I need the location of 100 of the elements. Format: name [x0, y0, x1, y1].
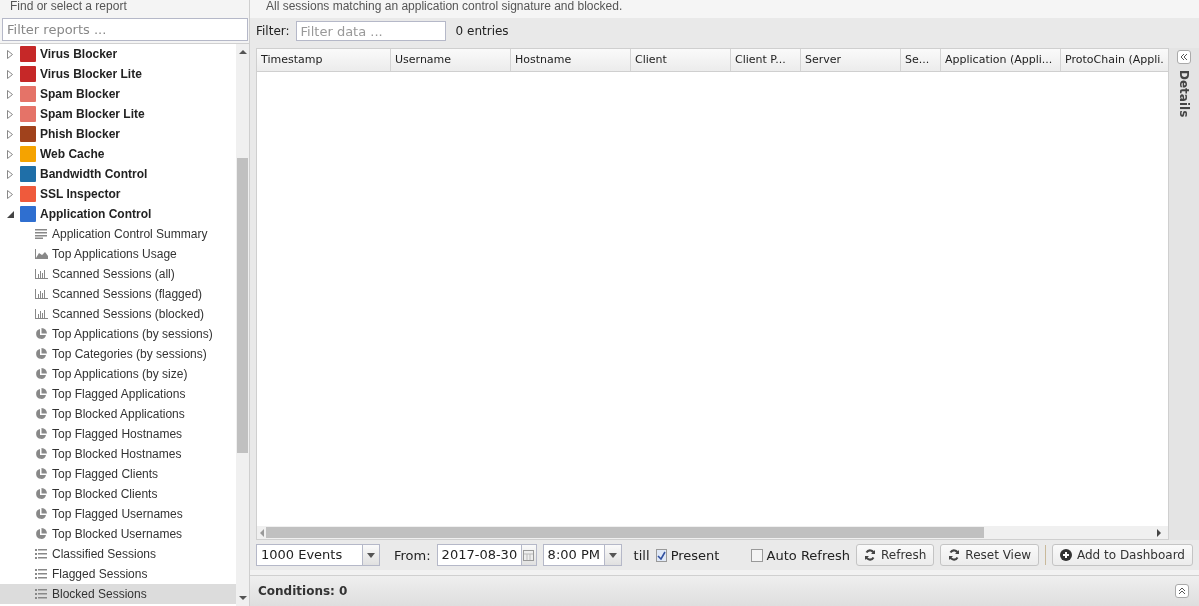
report-item[interactable]: Top Flagged Clients	[0, 464, 236, 484]
report-item[interactable]: Scanned Sessions (all)	[0, 264, 236, 284]
filter-reports-field[interactable]: Filter reports ...	[2, 18, 248, 41]
pie-chart-icon	[35, 448, 47, 460]
details-label[interactable]: Details	[1177, 70, 1191, 118]
collapse-icon[interactable]	[6, 210, 14, 218]
bar-chart-icon	[34, 309, 48, 319]
tree-item-label: Bandwidth Control	[40, 167, 148, 181]
double-chevron-up-icon	[1178, 587, 1186, 595]
tree-item[interactable]: Phish Blocker	[0, 124, 236, 144]
tree-item-label: Virus Blocker	[40, 47, 118, 61]
report-item[interactable]: Top Flagged Usernames	[0, 504, 236, 524]
tree-item-label: Web Cache	[40, 147, 105, 161]
column-header[interactable]: Server	[801, 49, 901, 71]
refresh-button[interactable]: Reset View	[940, 544, 1040, 566]
auto-refresh-label: Auto Refresh	[766, 547, 850, 563]
tree-item[interactable]: SSL Inspector	[0, 184, 236, 204]
pie-chart-icon	[35, 528, 47, 540]
expand-icon[interactable]	[7, 49, 13, 59]
bar-chart-icon	[34, 289, 48, 299]
list-icon	[35, 549, 47, 559]
report-item[interactable]: Top Blocked Clients	[0, 484, 236, 504]
tree-item[interactable]: Application Control	[0, 204, 236, 224]
area-chart-icon	[34, 249, 48, 259]
pie-chart-icon	[35, 368, 47, 380]
expand-icon[interactable]	[7, 69, 13, 79]
scroll-down-icon[interactable]	[238, 596, 247, 600]
present-label: Present	[670, 547, 720, 563]
column-header[interactable]: Client P...	[731, 49, 801, 71]
report-item[interactable]: Top Applications (by size)	[0, 364, 236, 384]
double-chevron-left-icon	[1180, 53, 1188, 61]
column-header[interactable]: Username	[391, 49, 511, 71]
conditions-label: Conditions: 0	[258, 584, 348, 598]
tree-item[interactable]: Virus Blocker	[0, 44, 236, 64]
report-item[interactable]: Top Applications Usage	[0, 244, 236, 264]
report-item[interactable]: Scanned Sessions (blocked)	[0, 304, 236, 324]
date-field[interactable]: 2017-08-30	[436, 544, 537, 566]
pie-chart-icon	[35, 328, 47, 340]
till-label: till	[633, 547, 650, 563]
expand-icon[interactable]	[7, 129, 13, 139]
column-header[interactable]: Application (Appli...	[941, 49, 1061, 71]
pie-chart-icon	[35, 508, 47, 520]
scrollbar[interactable]	[236, 44, 249, 606]
events-dropdown[interactable]: 1000 Events	[256, 544, 380, 566]
bar-chart-icon	[34, 269, 48, 279]
list-icon	[35, 569, 47, 579]
add-icon	[1059, 549, 1072, 561]
refresh-button[interactable]: Refresh	[856, 544, 935, 566]
tree-item-label: SSL Inspector	[40, 187, 121, 201]
scroll-up-icon[interactable]	[238, 50, 247, 54]
expand-icon[interactable]	[7, 149, 13, 159]
tree-item[interactable]: Bandwidth Control	[0, 164, 236, 184]
tree-item-label: Spam Blocker Lite	[40, 107, 145, 121]
report-item[interactable]: Flagged Sessions	[0, 564, 236, 584]
report-item[interactable]: Scanned Sessions (flagged)	[0, 284, 236, 304]
column-header[interactable]: Se...	[901, 49, 941, 71]
tree-item[interactable]: Virus Blocker Lite	[0, 64, 236, 84]
report-item[interactable]: Top Blocked Applications	[0, 404, 236, 424]
calendar-icon[interactable]	[523, 549, 535, 561]
caret-icon	[367, 552, 375, 558]
entries-count: 0 entries	[455, 24, 509, 38]
scroll-right-icon[interactable]	[1157, 528, 1161, 537]
report-item[interactable]: Top Applications (by sessions)	[0, 324, 236, 344]
report-item[interactable]: Application Control Summary	[0, 224, 236, 244]
expand-conditions-button[interactable]	[1175, 584, 1189, 598]
expand-icon[interactable]	[7, 169, 13, 179]
report-item[interactable]: Top Categories (by sessions)	[0, 344, 236, 364]
tree-item-label: Virus Blocker Lite	[40, 67, 142, 81]
pie-chart-icon	[35, 468, 47, 480]
pie-chart-icon	[35, 488, 47, 500]
expand-details-button[interactable]	[1177, 50, 1191, 64]
expand-icon[interactable]	[7, 89, 13, 99]
report-item[interactable]: Top Blocked Hostnames	[0, 444, 236, 464]
column-header[interactable]: Client	[631, 49, 731, 71]
refresh-icon	[948, 549, 961, 561]
report-item[interactable]: Top Flagged Applications	[0, 384, 236, 404]
pie-chart-icon	[35, 408, 47, 420]
report-item[interactable]: Blocked Sessions	[0, 584, 236, 604]
horizontal-scrollbar[interactable]	[257, 526, 1168, 539]
report-item[interactable]: Classified Sessions	[0, 544, 236, 564]
scroll-left-icon[interactable]	[260, 528, 264, 537]
expand-icon[interactable]	[7, 189, 13, 199]
tree-item[interactable]: Spam Blocker Lite	[0, 104, 236, 124]
report-item[interactable]: Top Blocked Usernames	[0, 524, 236, 544]
column-header[interactable]: Timestamp	[257, 49, 391, 71]
add-to-dashboard-button[interactable]: Add to Dashboard	[1051, 544, 1193, 566]
filter-data-field[interactable]: Filter data ...	[295, 21, 446, 41]
lines-icon	[35, 229, 47, 239]
sidebar-title: Find or select a report	[9, 0, 128, 15]
auto-refresh-checkbox[interactable]	[751, 548, 763, 562]
pie-chart-icon	[35, 348, 47, 360]
report-item[interactable]: Top Flagged Hostnames	[0, 424, 236, 444]
tree-item[interactable]: Web Cache	[0, 144, 236, 164]
tree-item-label: Phish Blocker	[40, 127, 121, 141]
refresh-icon	[864, 549, 876, 561]
tree-item[interactable]: Spam Blocker	[0, 84, 236, 104]
time-dropdown[interactable]: 8:00 PM	[542, 544, 622, 566]
present-checkbox[interactable]	[655, 548, 667, 562]
column-header[interactable]: Hostname	[511, 49, 631, 71]
expand-icon[interactable]	[7, 109, 13, 119]
